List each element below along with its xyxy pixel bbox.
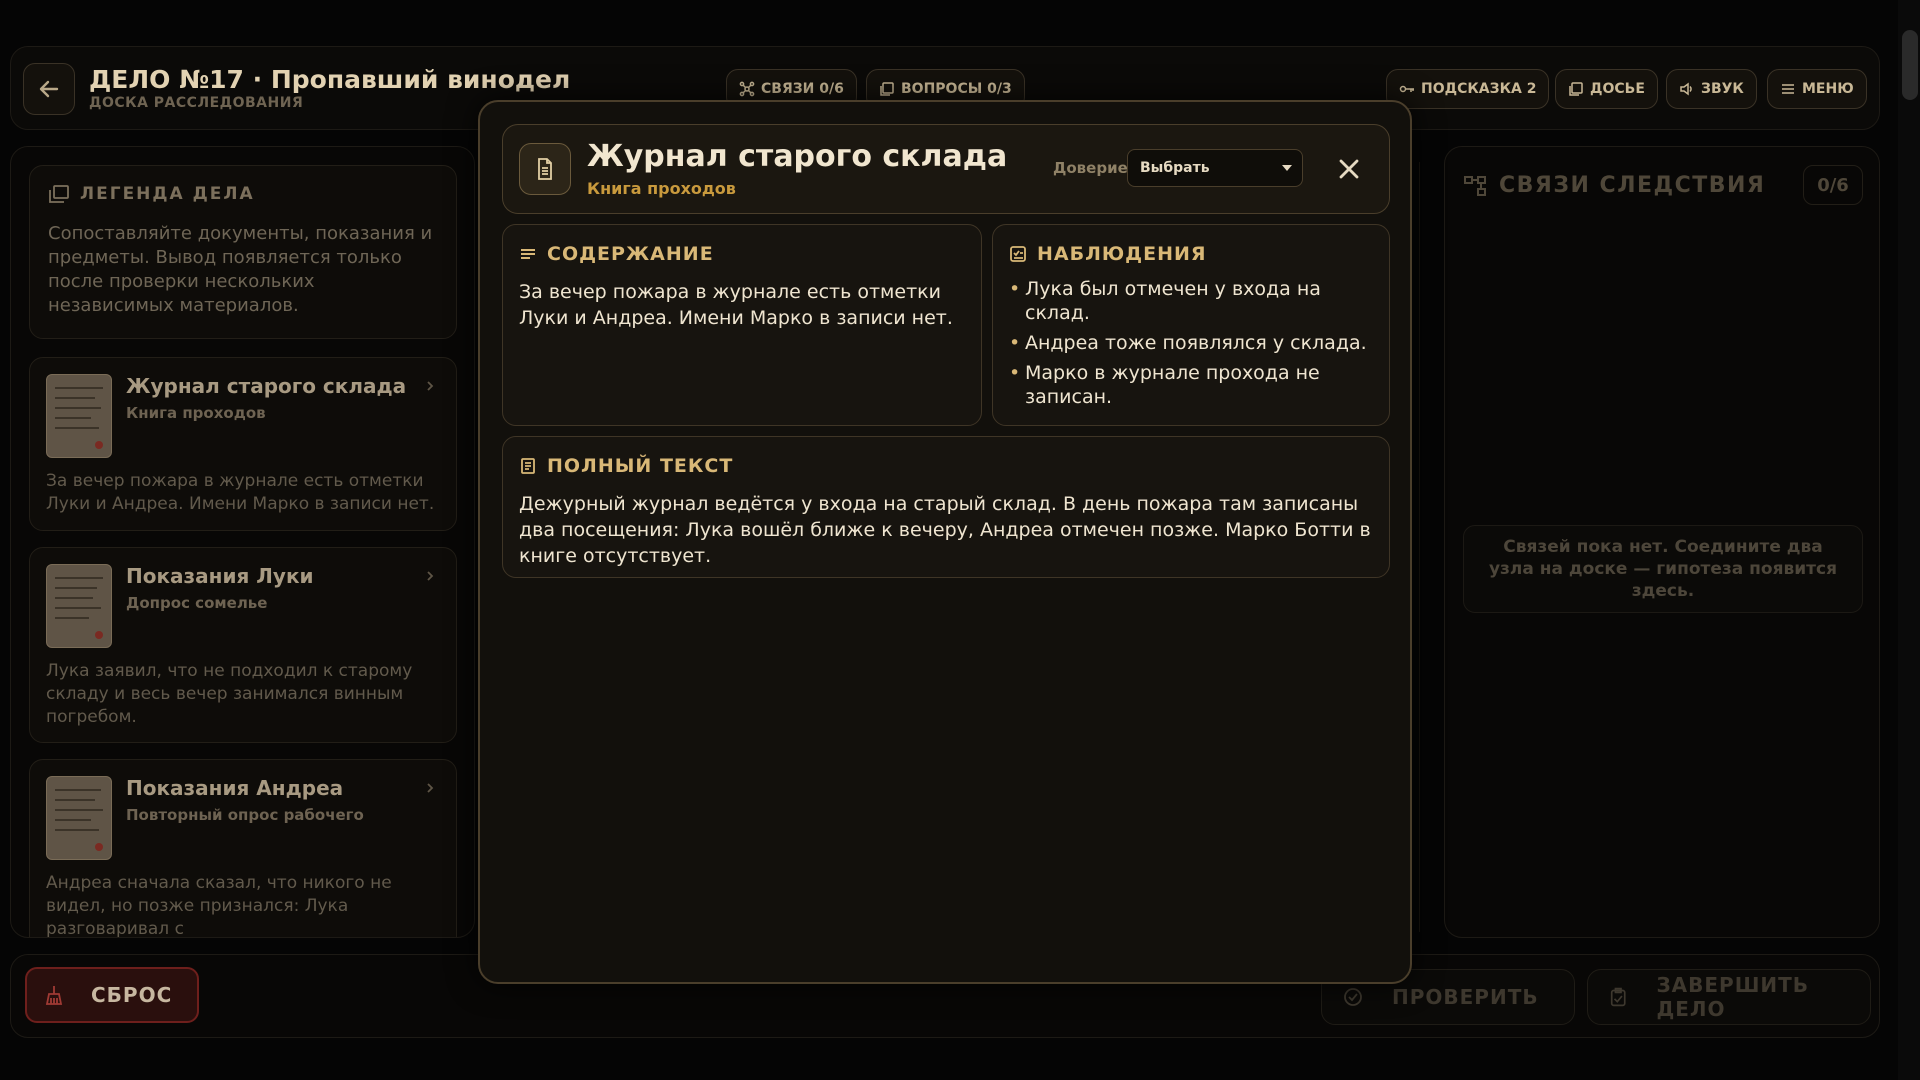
observations-section: НАБЛЮДЕНИЯ Лука был отмечен у входа на с… bbox=[992, 224, 1390, 426]
trust-label: Доверие bbox=[1053, 159, 1128, 177]
content-title: СОДЕРЖАНИЕ bbox=[547, 243, 714, 265]
close-icon bbox=[1339, 159, 1359, 179]
observations-title: НАБЛЮДЕНИЯ bbox=[1037, 243, 1207, 265]
content-header: СОДЕРЖАНИЕ bbox=[519, 243, 965, 265]
document-title: Показания Андреа bbox=[126, 776, 344, 800]
links-empty-state: Связей пока нет. Соедините два узла на д… bbox=[1463, 525, 1863, 613]
trust-select-value: Выбрать bbox=[1140, 160, 1210, 176]
diagram-icon bbox=[1464, 175, 1486, 196]
trust-select[interactable]: Выбрать bbox=[1127, 149, 1303, 187]
document-icon bbox=[519, 143, 571, 195]
document-modal: Журнал старого склада Книга проходов Дов… bbox=[478, 100, 1412, 984]
observation-item: Марко в журнале прохода не записан. bbox=[1009, 361, 1373, 409]
observation-item: Лука был отмечен у входа на склад. bbox=[1009, 277, 1373, 325]
modal-subtitle: Книга проходов bbox=[587, 179, 736, 198]
broom-icon bbox=[45, 986, 63, 1005]
document-description: Андреа сначала сказал, что никого не вид… bbox=[46, 873, 392, 938]
document-subtitle: Допрос сомелье bbox=[126, 594, 268, 612]
investigation-links-panel: СВЯЗИ СЛЕДСТВИЯ 0/6 Связей пока нет. Сое… bbox=[1444, 146, 1880, 938]
clipboard-check-icon bbox=[1610, 987, 1626, 1007]
documents-sidebar[interactable]: ЛЕГЕНДА ДЕЛА Сопоставляйте документы, по… bbox=[10, 146, 475, 938]
arrow-left-icon bbox=[39, 80, 59, 98]
observations-header: НАБЛЮДЕНИЯ bbox=[1009, 243, 1373, 265]
content-text: За вечер пожара в журнале есть отметки Л… bbox=[519, 281, 953, 329]
badge-check-icon bbox=[1344, 988, 1362, 1006]
links-count-badge: 0/6 bbox=[1803, 165, 1863, 205]
full-text-title: ПОЛНЫЙ ТЕКСТ bbox=[547, 455, 734, 477]
document-thumbnail bbox=[46, 374, 112, 458]
caret-down-icon bbox=[1282, 165, 1292, 171]
document-text-icon bbox=[521, 458, 535, 474]
network-icon bbox=[739, 81, 755, 97]
close-button[interactable] bbox=[1331, 151, 1367, 187]
hint-button[interactable]: ПОДСКАЗКА 2 bbox=[1386, 69, 1550, 109]
menu-label: МЕНЮ bbox=[1802, 81, 1854, 97]
legend-text: Сопоставляйте документы, показания и пре… bbox=[48, 223, 433, 316]
document-card-andrea-testimony[interactable]: Показания Андреа Повторный опрос рабочег… bbox=[29, 759, 457, 938]
case-subtitle: ДОСКА РАССЛЕДОВАНИЯ bbox=[89, 95, 304, 111]
links-pill-label: СВЯЗИ 0/6 bbox=[761, 81, 844, 97]
document-thumbnail bbox=[46, 776, 112, 860]
legend-title: ЛЕГЕНДА ДЕЛА bbox=[80, 184, 255, 204]
scrollbar-thumb[interactable] bbox=[1902, 30, 1918, 100]
folder-icon bbox=[49, 185, 69, 203]
modal-title: Журнал старого склада bbox=[587, 139, 1008, 174]
sound-button[interactable]: ЗВУК bbox=[1666, 69, 1757, 109]
full-text-body: Дежурный журнал ведётся у входа на стары… bbox=[519, 493, 1371, 567]
dossier-button[interactable]: ДОСЬЕ bbox=[1555, 69, 1658, 109]
document-title: Журнал старого склада bbox=[126, 374, 407, 398]
document-subtitle: Повторный опрос рабочего bbox=[126, 806, 364, 824]
investigation-board: ДЕЛО №17 · Пропавший винодел ДОСКА РАССЛ… bbox=[0, 0, 1920, 1080]
links-panel-header: СВЯЗИ СЛЕДСТВИЯ bbox=[1463, 173, 1765, 198]
case-title: ДЕЛО №17 · Пропавший винодел bbox=[89, 65, 571, 94]
chevron-right-icon bbox=[427, 571, 434, 581]
key-icon bbox=[1399, 85, 1414, 93]
speaker-icon bbox=[1680, 82, 1692, 96]
full-text-header: ПОЛНЫЙ ТЕКСТ bbox=[519, 455, 1373, 477]
chevron-right-icon bbox=[427, 783, 434, 793]
menu-button[interactable]: МЕНЮ bbox=[1767, 69, 1867, 109]
full-text-section: ПОЛНЫЙ ТЕКСТ Дежурный журнал ведётся у в… bbox=[502, 436, 1390, 578]
hamburger-icon bbox=[1782, 84, 1794, 94]
lines-icon bbox=[521, 249, 535, 259]
modal-header: Журнал старого склада Книга проходов Дов… bbox=[502, 124, 1390, 214]
document-card-luka-testimony[interactable]: Показания Луки Допрос сомелье Лука заяви… bbox=[29, 547, 457, 743]
links-panel-title: СВЯЗИ СЛЕДСТВИЯ bbox=[1499, 173, 1766, 198]
document-card-warehouse-log[interactable]: Журнал старого склада Книга проходов За … bbox=[29, 357, 457, 531]
folder-icon bbox=[1569, 82, 1583, 96]
hint-label: ПОДСКАЗКА 2 bbox=[1421, 81, 1537, 97]
legend-header: ЛЕГЕНДА ДЕЛА bbox=[48, 184, 438, 204]
reset-button[interactable]: СБРОС bbox=[25, 967, 199, 1023]
case-legend-card: ЛЕГЕНДА ДЕЛА Сопоставляйте документы, по… bbox=[29, 165, 457, 339]
questions-icon bbox=[880, 82, 894, 96]
document-title: Показания Луки bbox=[126, 564, 314, 588]
document-description: За вечер пожара в журнале есть отметки Л… bbox=[46, 471, 435, 514]
document-thumbnail bbox=[46, 564, 112, 648]
reset-label: СБРОС bbox=[91, 983, 173, 1007]
check-label: ПРОВЕРИТЬ bbox=[1392, 985, 1539, 1009]
document-description: Лука заявил, что не подходил к старому с… bbox=[46, 661, 413, 727]
chevron-right-icon bbox=[427, 381, 434, 391]
window-scrollbar[interactable] bbox=[1898, 0, 1920, 1080]
finish-case-label: ЗАВЕРШИТЬ ДЕЛО bbox=[1656, 973, 1810, 1021]
observations-list: Лука был отмечен у входа на склад. Андре… bbox=[1009, 277, 1373, 409]
checklist-icon bbox=[1010, 246, 1026, 262]
dossier-label: ДОСЬЕ bbox=[1590, 81, 1645, 97]
document-subtitle: Книга проходов bbox=[126, 404, 266, 422]
sound-label: ЗВУК bbox=[1701, 81, 1744, 97]
back-button[interactable] bbox=[23, 63, 75, 115]
content-section: СОДЕРЖАНИЕ За вечер пожара в журнале ест… bbox=[502, 224, 982, 426]
finish-case-button[interactable]: ЗАВЕРШИТЬ ДЕЛО bbox=[1587, 969, 1871, 1025]
questions-pill-label: ВОПРОСЫ 0/3 bbox=[901, 81, 1012, 97]
observation-item: Андреа тоже появлялся у склада. bbox=[1009, 331, 1373, 355]
